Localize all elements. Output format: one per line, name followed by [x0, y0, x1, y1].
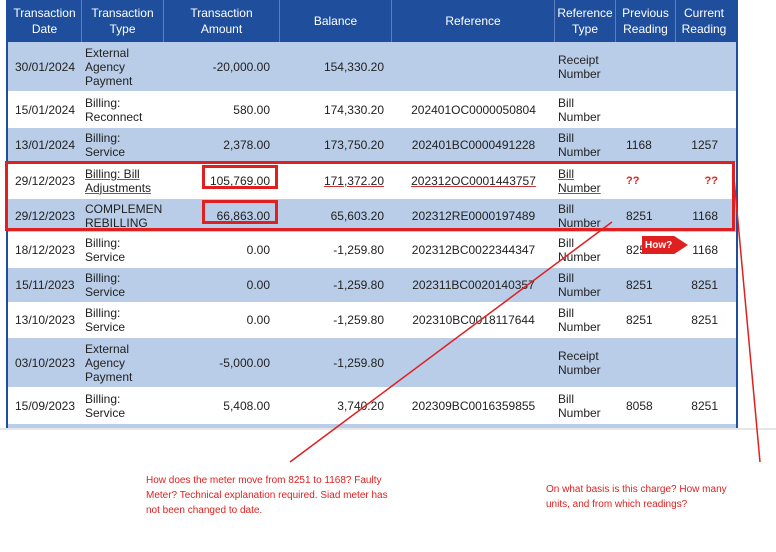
annotation-charge-question: On what basis is this charge? How many u…: [546, 484, 727, 510]
pointer-line-charge: [733, 177, 761, 463]
pointer-line-meter: [289, 221, 613, 463]
annotation-meter-question: How does the meter move from 8251 to 116…: [146, 475, 388, 516]
annotation-lines: [289, 177, 761, 463]
